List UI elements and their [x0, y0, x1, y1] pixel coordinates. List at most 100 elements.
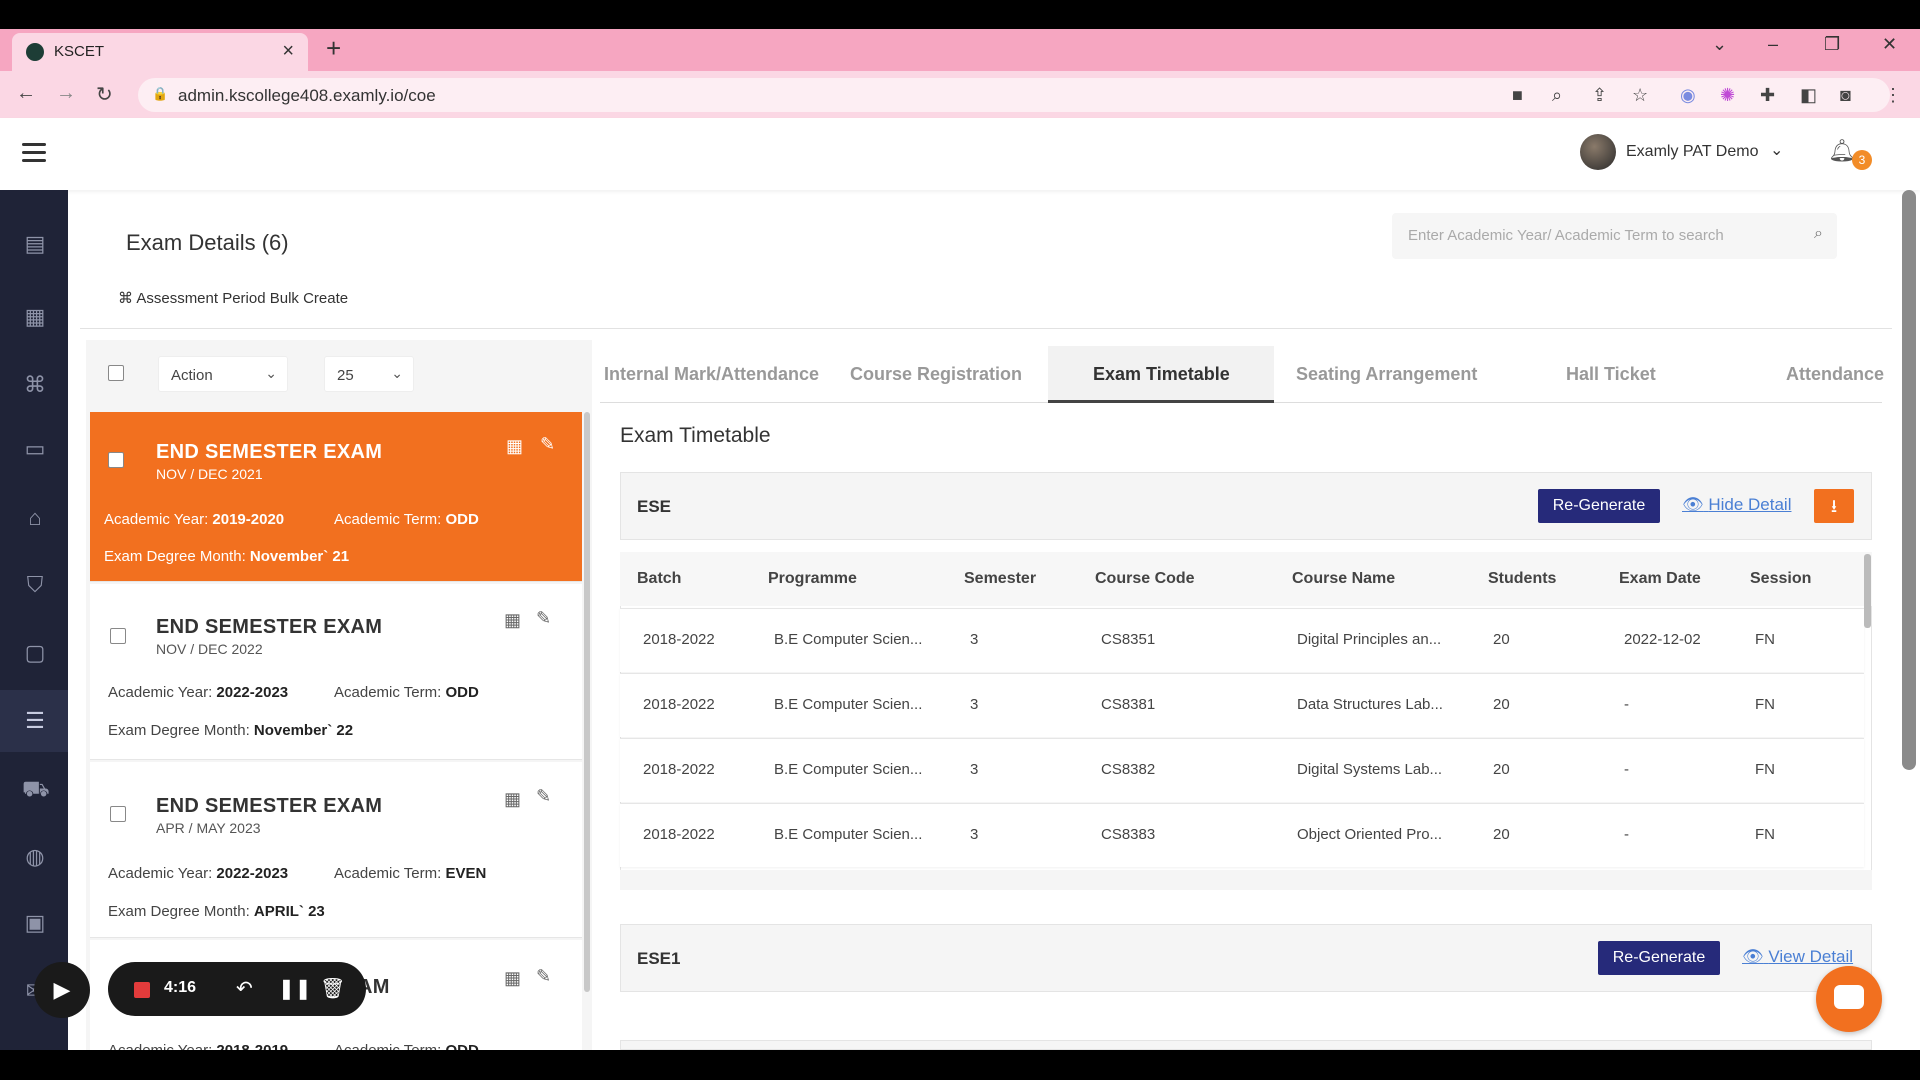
share-icon[interactable]: ⇪: [1592, 85, 1607, 106]
exam-card-checkbox[interactable]: [108, 452, 124, 468]
academic-term: Academic Term: ODD: [334, 511, 479, 528]
sidebar-briefcase-icon[interactable]: ▭: [22, 436, 48, 462]
sidebar-books-icon[interactable]: ☰: [22, 708, 48, 734]
edit-pencil-icon[interactable]: ✎: [536, 786, 551, 807]
chevron-down-icon: ⌄: [391, 365, 403, 381]
sidebar-report-icon[interactable]: ▦: [22, 304, 48, 330]
extension-colorful-icon[interactable]: ✺: [1720, 85, 1735, 106]
browser-tab[interactable]: KSCET ×: [12, 33, 308, 71]
sidebar-cart-icon[interactable]: ⛟: [22, 776, 50, 802]
regenerate-button[interactable]: Re-Generate: [1598, 941, 1720, 975]
recorder-controls: 4:16 ↶ ❚❚ 🗑︎: [108, 962, 366, 1016]
academic-year-label: Academic Year:: [104, 511, 209, 528]
sidebar-institution-icon[interactable]: ⌂: [22, 505, 48, 531]
tab-seating-arrangement[interactable]: Seating Arrangement: [1296, 364, 1477, 385]
cell-programme: B.E Computer Scien...: [774, 826, 923, 843]
cell-semester: 3: [970, 761, 979, 778]
page-scrollbar[interactable]: [1902, 190, 1916, 770]
list-scrollbar[interactable]: [584, 412, 590, 992]
cell-batch: 2018-2022: [643, 631, 715, 648]
table-scrollbar[interactable]: [1864, 554, 1871, 628]
search-input[interactable]: Enter Academic Year/ Academic Term to se…: [1392, 213, 1837, 259]
sidebar-hierarchy-icon[interactable]: ⌘: [22, 372, 48, 398]
column-header-students: Students: [1488, 570, 1557, 587]
exam-card-checkbox[interactable]: [110, 806, 126, 822]
pause-icon[interactable]: ❚❚: [278, 976, 312, 1001]
edit-pencil-icon[interactable]: ✎: [536, 966, 551, 987]
tab-internal-mark[interactable]: Internal Mark/Attendance: [604, 364, 819, 385]
exam-card[interactable]: END SEMESTER EXAM NOV / DEC 2021 ▦ ✎ Aca…: [90, 412, 582, 582]
regenerate-button[interactable]: Re-Generate: [1538, 489, 1660, 523]
column-header-semester: Semester: [964, 570, 1037, 587]
page-size-select[interactable]: 25 ⌄: [324, 356, 414, 392]
cell-batch: 2018-2022: [643, 826, 715, 843]
calendar-icon[interactable]: ▦: [506, 436, 523, 457]
sidebar-globe-icon[interactable]: ◍: [22, 844, 48, 870]
camera-toggle-icon[interactable]: ▶: [34, 962, 90, 1018]
calendar-icon[interactable]: ▦: [504, 789, 521, 810]
calendar-icon[interactable]: ▦: [504, 968, 521, 989]
bulk-create-link[interactable]: ⌘ Assessment Period Bulk Create: [118, 289, 348, 307]
tab-course-registration[interactable]: Course Registration: [850, 364, 1022, 385]
stop-record-icon[interactable]: [134, 982, 150, 998]
reload-icon[interactable]: ↻: [96, 82, 113, 107]
view-detail-link[interactable]: 👁︎ View Detail: [1742, 947, 1853, 967]
user-name[interactable]: Examly PAT Demo: [1626, 143, 1758, 161]
cell-session: FN: [1755, 826, 1775, 843]
sidebar-gallery-icon[interactable]: ▣: [22, 910, 48, 936]
action-select-value: Action: [171, 367, 213, 384]
camera-icon[interactable]: ■: [1512, 85, 1523, 106]
maximize-icon[interactable]: ❐: [1824, 34, 1840, 55]
sidebar-document-icon[interactable]: ▤: [22, 231, 48, 257]
browser-menu-icon[interactable]: ⋮: [1884, 85, 1902, 106]
tab-search-chevron-icon[interactable]: ⌄: [1712, 34, 1727, 55]
bookmark-star-icon[interactable]: ☆: [1632, 85, 1648, 106]
tab-hall-ticket[interactable]: Hall Ticket: [1566, 364, 1656, 385]
hide-detail-link[interactable]: 👁︎ Hide Detail: [1682, 495, 1791, 515]
cell-programme: B.E Computer Scien...: [774, 631, 923, 648]
minimize-icon[interactable]: –: [1768, 34, 1778, 55]
cell-course-name: Data Structures Lab...: [1297, 696, 1443, 713]
forward-icon[interactable]: →: [56, 82, 76, 105]
edit-pencil-icon[interactable]: ✎: [536, 608, 551, 629]
hamburger-menu-icon[interactable]: [22, 143, 46, 163]
exam-degree-month-label: Exam Degree Month:: [108, 903, 250, 920]
academic-term-label: Academic Term:: [334, 684, 442, 701]
zoom-icon[interactable]: ⌕: [1552, 85, 1562, 106]
exam-card[interactable]: END SEMESTER EXAM APR / MAY 2023 ▦ ✎ Aca…: [90, 762, 582, 938]
select-all-checkbox[interactable]: [108, 365, 124, 381]
exam-card-title: END SEMESTER EXAM: [156, 616, 383, 638]
undo-icon[interactable]: ↶: [236, 976, 253, 1001]
side-panel-icon[interactable]: ◧: [1800, 85, 1817, 106]
extension-g-icon[interactable]: ◉: [1680, 85, 1696, 106]
profile-icon[interactable]: ◙: [1840, 85, 1851, 106]
window-close-icon[interactable]: ✕: [1882, 34, 1897, 55]
exam-card-subtitle: NOV / DEC 2021: [156, 466, 263, 482]
avatar[interactable]: [1580, 134, 1616, 170]
download-button[interactable]: ⭳: [1814, 489, 1854, 523]
action-select[interactable]: Action ⌄: [158, 356, 288, 392]
cell-course-code: CS8381: [1101, 696, 1156, 713]
new-tab-icon[interactable]: +: [326, 33, 341, 64]
back-icon[interactable]: ←: [16, 82, 36, 105]
sidebar-shield-icon[interactable]: ⛉: [22, 572, 48, 598]
trash-icon[interactable]: 🗑︎: [320, 976, 345, 1001]
sidebar-chat-icon[interactable]: ▢: [22, 640, 48, 666]
exam-card[interactable]: END SEMESTER EXAM NOV / DEC 2022 ▦ ✎ Aca…: [90, 584, 582, 760]
browser-tab-title: KSCET: [54, 43, 105, 60]
calendar-icon[interactable]: ▦: [504, 610, 521, 631]
address-bar[interactable]: 🔒 admin.kscollege408.examly.io/coe: [138, 78, 1890, 112]
tab-exam-timetable[interactable]: Exam Timetable: [1093, 364, 1230, 385]
extensions-puzzle-icon[interactable]: ✚: [1760, 85, 1775, 106]
chat-support-button[interactable]: [1816, 966, 1882, 1032]
exam-card-title: END SEMESTER EXAM: [156, 441, 383, 463]
search-icon[interactable]: ⌕: [1814, 225, 1823, 243]
edit-pencil-icon[interactable]: ✎: [540, 434, 555, 455]
exam-card-checkbox[interactable]: [110, 628, 126, 644]
column-header-course-name: Course Name: [1292, 570, 1396, 587]
tab-attendance[interactable]: Attendance: [1786, 364, 1884, 385]
close-tab-icon[interactable]: ×: [282, 40, 294, 63]
cell-exam-date: 2022-12-02: [1624, 631, 1701, 648]
academic-term-value: EVEN: [445, 865, 487, 882]
chevron-down-icon[interactable]: ⌄: [1770, 140, 1783, 160]
